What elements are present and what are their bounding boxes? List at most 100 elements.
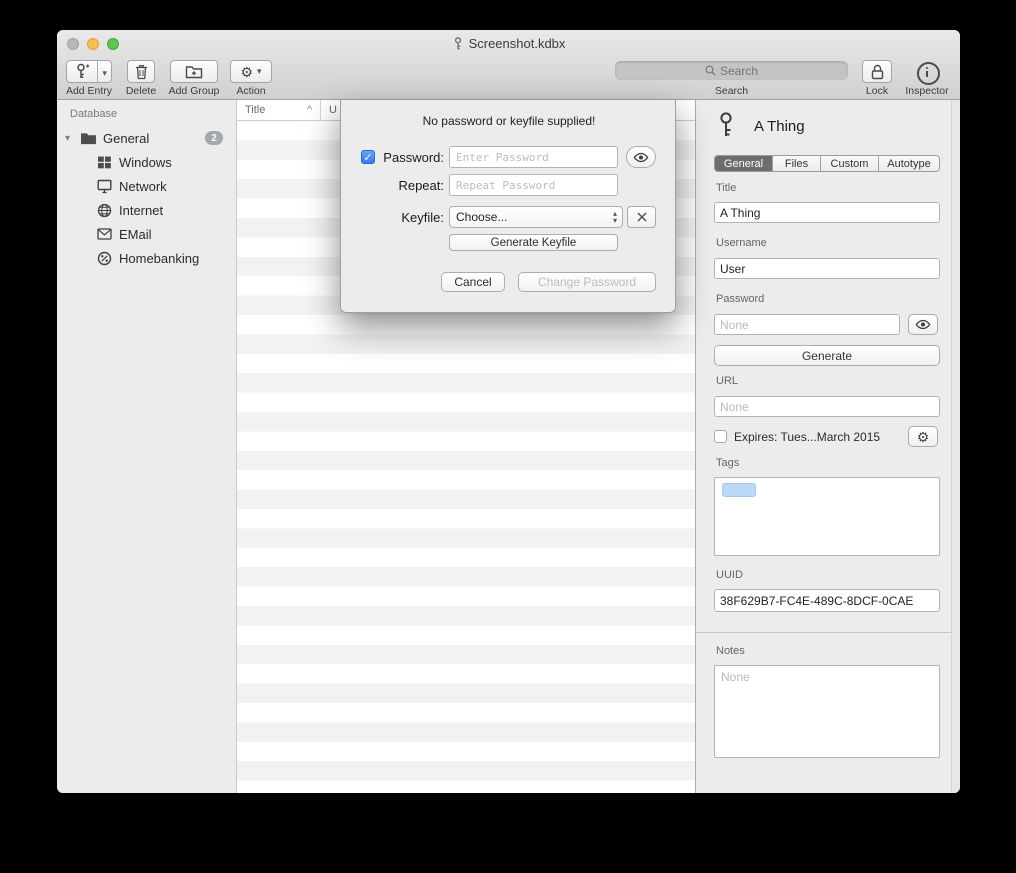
keyfile-popup[interactable]: Choose... ▴▾ [449,206,623,228]
chevron-down-icon: ▾ [257,67,262,76]
keyfile-label: Keyfile: [354,210,444,225]
search-icon [705,65,716,76]
cancel-button[interactable]: Cancel [441,272,505,292]
folder-plus-icon [185,64,203,79]
notes-box[interactable]: None [714,665,940,758]
uuid-input[interactable] [714,589,940,612]
keyfile-clear-button[interactable] [627,206,656,228]
sidebar-item-label: Internet [119,203,163,218]
change-password-label: Change Password [538,275,636,289]
column-header-username[interactable]: U [329,104,337,116]
password-reveal-button[interactable] [626,146,656,168]
toolbar: ▾ Add Entry Delete Add Group ⚙ ▾ Action [57,58,960,100]
key-plus-icon [67,63,97,80]
eye-icon [633,152,649,163]
repeat-input[interactable] [449,174,618,196]
content-area: Database ▾ General 2 Windows Network Int… [57,100,960,793]
entry-password-input[interactable] [714,314,900,335]
lock-label: Lock [862,85,892,97]
windows-icon [97,155,112,170]
sidebar-item-general[interactable]: ▾ General 2 [57,126,237,150]
add-group-button[interactable] [170,60,218,83]
repeat-label: Repeat: [354,178,444,193]
title-input[interactable] [714,202,940,223]
search-placeholder: Search [720,64,758,78]
window-title: Screenshot.kdbx [57,36,960,51]
generate-label: Generate [802,349,852,363]
delete-button[interactable] [127,60,155,83]
sidebar-item-homebanking[interactable]: Homebanking [57,246,237,270]
tab-custom[interactable]: Custom [821,156,879,171]
envelope-icon [97,228,112,240]
sidebar-item-label: General [103,131,149,146]
action-button[interactable]: ⚙ ▾ [230,60,272,83]
sidebar-item-label: Homebanking [119,251,199,266]
generate-button[interactable]: Generate [714,345,940,366]
inspector-tabs: General Files Custom Autotype [714,155,940,172]
group-badge: 2 [205,131,223,145]
url-field-label: URL [716,375,738,387]
password-input[interactable] [449,146,618,168]
inspector-button[interactable] [917,62,940,85]
add-entry-label: Add Entry [57,85,121,97]
sidebar-item-email[interactable]: EMail [57,222,237,246]
sidebar-item-network[interactable]: Network [57,174,237,198]
titlebar: Screenshot.kdbx [57,30,960,58]
app-window: Screenshot.kdbx ▾ Add Entry Delete [57,30,960,793]
tab-files[interactable]: Files [773,156,821,171]
globe-icon [97,203,112,218]
column-divider[interactable] [320,100,321,121]
folder-icon [80,131,97,145]
password-dialog: No password or keyfile supplied! ✓ Passw… [340,100,676,313]
username-input[interactable] [714,258,940,279]
notes-label: Notes [716,645,745,657]
add-group-label: Add Group [163,85,225,97]
document-key-icon [452,37,464,50]
desktop: { "window": { "title": "Screenshot.kdbx"… [0,0,1016,873]
expires-checkbox[interactable] [714,430,727,443]
add-entry-button[interactable]: ▾ [66,60,112,83]
sidebar-item-internet[interactable]: Internet [57,198,237,222]
info-icon [917,62,940,85]
change-password-button[interactable]: Change Password [518,272,656,292]
expires-settings-button[interactable]: ⚙ [908,426,938,447]
generate-keyfile-button[interactable]: Generate Keyfile [449,234,618,251]
chevron-down-icon: ▾ [102,68,107,78]
tags-box[interactable] [714,477,940,556]
search-label: Search [615,85,848,97]
sidebar-item-label: Network [119,179,167,194]
inspector-divider [696,632,951,633]
tag-chip[interactable] [722,483,756,497]
uuid-label: UUID [716,569,743,581]
tab-general[interactable]: General [715,156,773,171]
gear-icon: ⚙ [917,430,930,444]
add-entry-menu-arrow[interactable]: ▾ [98,63,111,81]
trash-icon [135,64,148,80]
url-input[interactable] [714,396,940,417]
action-label: Action [230,85,272,97]
entry-key-icon [715,112,737,138]
lock-button[interactable] [862,60,892,83]
generate-keyfile-label: Generate Keyfile [491,237,577,249]
tags-label: Tags [716,457,739,469]
sidebar-item-windows[interactable]: Windows [57,150,237,174]
sidebar-item-label: EMail [119,227,152,242]
window-chrome: Screenshot.kdbx ▾ Add Entry Delete [57,30,960,100]
computer-icon [97,179,112,194]
inspector-scrollbar[interactable] [951,100,960,793]
password-field-label: Password [716,293,764,305]
entry-password-reveal-button[interactable] [908,314,938,335]
dialog-message: No password or keyfile supplied! [341,114,677,128]
tab-autotype[interactable]: Autotype [879,156,939,171]
keyfile-popup-value: Choose... [456,210,507,224]
inspector-label: Inspector [901,85,953,97]
search-input[interactable]: Search [615,61,848,80]
disclosure-icon[interactable]: ▾ [65,133,75,144]
column-header-title[interactable]: Title [245,104,265,116]
entry-title: A Thing [754,118,805,135]
delete-label: Delete [121,85,161,97]
notes-placeholder: None [721,670,750,684]
username-field-label: Username [716,237,767,249]
lock-icon [871,64,884,80]
coin-percent-icon [97,251,112,266]
